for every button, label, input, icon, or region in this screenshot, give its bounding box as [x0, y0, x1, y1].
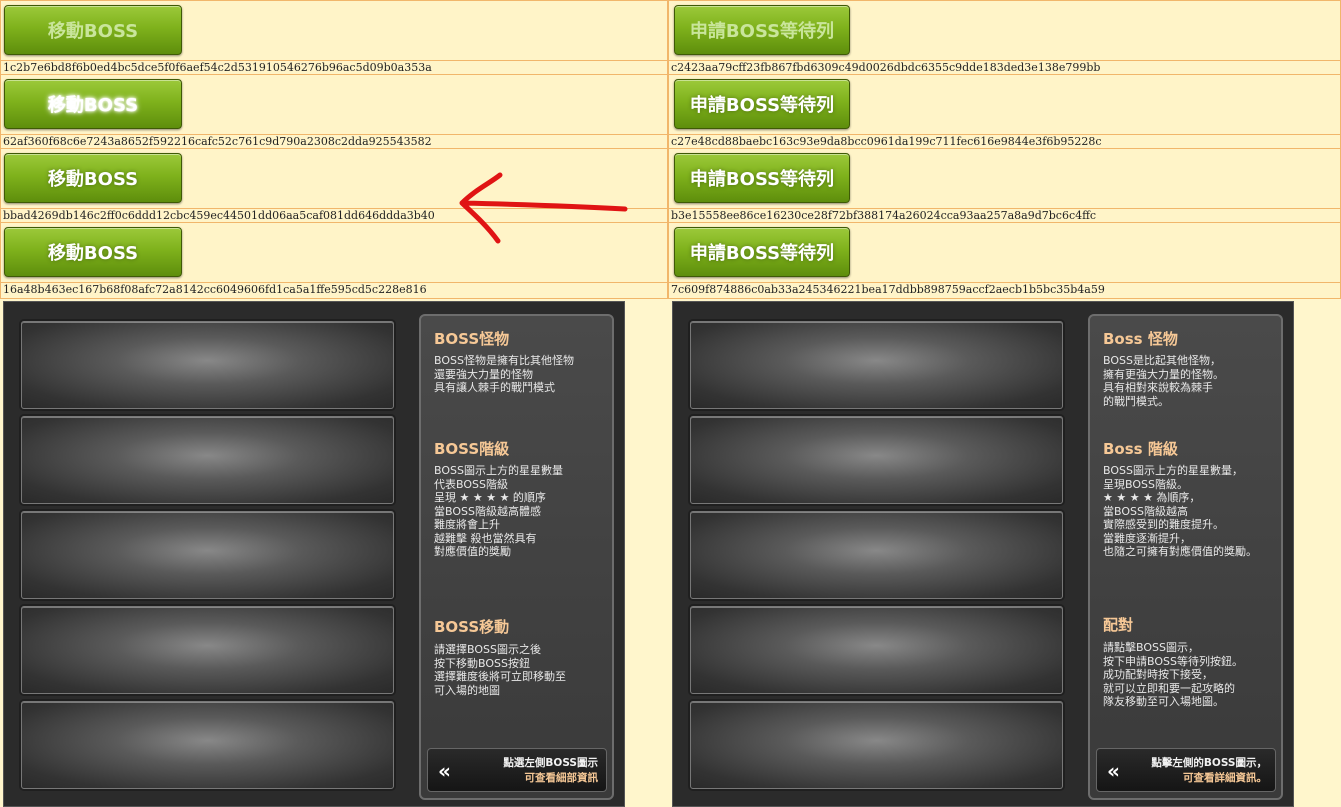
- apply-boss-queue-button[interactable]: 申請BOSS等待列: [674, 153, 850, 203]
- move-boss-button[interactable]: 移動BOSS: [4, 79, 182, 129]
- boss-slot[interactable]: [690, 321, 1063, 409]
- double-chevron-left-icon: «: [438, 759, 451, 783]
- hash-text: b3e15558ee86ce16230ce28f72bf388174a26024…: [669, 208, 1340, 222]
- row-1-right: 申請BOSS等待列 c2423aa79cff23fb867fbd6309c49d…: [668, 0, 1341, 75]
- boss-slot[interactable]: [21, 701, 394, 789]
- section-body: BOSS怪物是擁有比其他怪物 還要強大力量的怪物 具有讓人棘手的戰鬥模式: [434, 354, 574, 394]
- row-1-left: 移動BOSS 1c2b7e6bd8f6b0ed4bc5dce5f0f6aef54…: [0, 0, 668, 75]
- row-3-right: 申請BOSS等待列 b3e15558ee86ce16230ce28f72bf38…: [668, 148, 1341, 223]
- section-title: BOSS移動: [434, 618, 510, 636]
- hash-text: c2423aa79cff23fb867fbd6309c49d0026dbdc63…: [669, 60, 1340, 74]
- boss-panel-left: BOSS怪物 BOSS怪物是擁有比其他怪物 還要強大力量的怪物 具有讓人棘手的戰…: [3, 301, 625, 807]
- section-body: 請點擊BOSS圖示， 按下申請BOSS等待列按鈕。 成功配對時按下接受， 就可以…: [1103, 641, 1243, 708]
- section-title: BOSS怪物: [434, 330, 510, 348]
- row-2-right: 申請BOSS等待列 c27e48cd88baebc163c93e9da8bcc0…: [668, 74, 1341, 149]
- detail-hint-button[interactable]: « 點擊左側的BOSS圖示， 可查看詳細資訊。: [1096, 748, 1276, 792]
- apply-boss-queue-button[interactable]: 申請BOSS等待列: [674, 227, 850, 277]
- boss-panel-right: Boss 怪物 BOSS是比起其他怪物， 擁有更強大力量的怪物。 具有相對來說較…: [672, 301, 1294, 807]
- section-title: Boss 階級: [1103, 440, 1178, 458]
- double-chevron-left-icon: «: [1107, 759, 1120, 783]
- boss-slot[interactable]: [690, 606, 1063, 694]
- section-body: 請選擇BOSS圖示之後 按下移動BOSS按鈕 選擇難度後將可立即移動至 可入場的…: [434, 643, 566, 697]
- info-panel: Boss 怪物 BOSS是比起其他怪物， 擁有更強大力量的怪物。 具有相對來說較…: [1088, 314, 1283, 800]
- boss-slot[interactable]: [21, 606, 394, 694]
- row-4-right: 申請BOSS等待列 7c609f874886c0ab33a245346221be…: [668, 222, 1341, 299]
- boss-slot[interactable]: [690, 511, 1063, 599]
- row-2-left: 移動BOSS 62af360f68c6e7243a8652f592216cafc…: [0, 74, 668, 149]
- section-title: Boss 怪物: [1103, 330, 1178, 348]
- move-boss-button[interactable]: 移動BOSS: [4, 153, 182, 203]
- hint-line-2: 可查看細部資訊: [524, 772, 599, 784]
- hash-text: 7c609f874886c0ab33a245346221bea17ddbb898…: [669, 282, 1340, 296]
- boss-slot[interactable]: [21, 511, 394, 599]
- detail-hint-button[interactable]: « 點選左側BOSS圖示 可查看細部資訊: [427, 748, 607, 792]
- hint-line-1: 點擊左側的BOSS圖示，: [1151, 757, 1267, 769]
- hash-text: 1c2b7e6bd8f6b0ed4bc5dce5f0f6aef54c2d5319…: [1, 60, 667, 74]
- hash-text: 16a48b463ec167b68f08afc72a8142cc6049606f…: [1, 282, 667, 296]
- info-panel: BOSS怪物 BOSS怪物是擁有比其他怪物 還要強大力量的怪物 具有讓人棘手的戰…: [419, 314, 614, 800]
- hint-line-1: 點選左側BOSS圖示: [503, 757, 598, 769]
- hash-text: c27e48cd88baebc163c93e9da8bcc0961da199c7…: [669, 134, 1340, 148]
- boss-slot[interactable]: [21, 416, 394, 504]
- section-body: BOSS圖示上方的星星數量， 呈現BOSS階級。 ★ ★ ★ ★ 為順序， 當B…: [1103, 464, 1257, 558]
- red-arrow-annotation: [459, 172, 628, 244]
- boss-slot[interactable]: [21, 321, 394, 409]
- section-body: BOSS圖示上方的星星數量 代表BOSS階級 呈現 ★ ★ ★ ★ 的順序 當B…: [434, 464, 563, 558]
- apply-boss-queue-button[interactable]: 申請BOSS等待列: [674, 5, 850, 55]
- boss-slot[interactable]: [690, 701, 1063, 789]
- boss-slot[interactable]: [690, 416, 1063, 504]
- section-body: BOSS是比起其他怪物， 擁有更強大力量的怪物。 具有相對來說較為棘手 的戰鬥模…: [1103, 354, 1224, 408]
- move-boss-button[interactable]: 移動BOSS: [4, 5, 182, 55]
- move-boss-button[interactable]: 移動BOSS: [4, 227, 182, 277]
- apply-boss-queue-button[interactable]: 申請BOSS等待列: [674, 79, 850, 129]
- hash-text: 62af360f68c6e7243a8652f592216cafc52c761c…: [1, 134, 667, 148]
- hint-line-2: 可查看詳細資訊。: [1183, 772, 1267, 784]
- section-title: 配對: [1103, 616, 1134, 634]
- section-title: BOSS階級: [434, 440, 510, 458]
